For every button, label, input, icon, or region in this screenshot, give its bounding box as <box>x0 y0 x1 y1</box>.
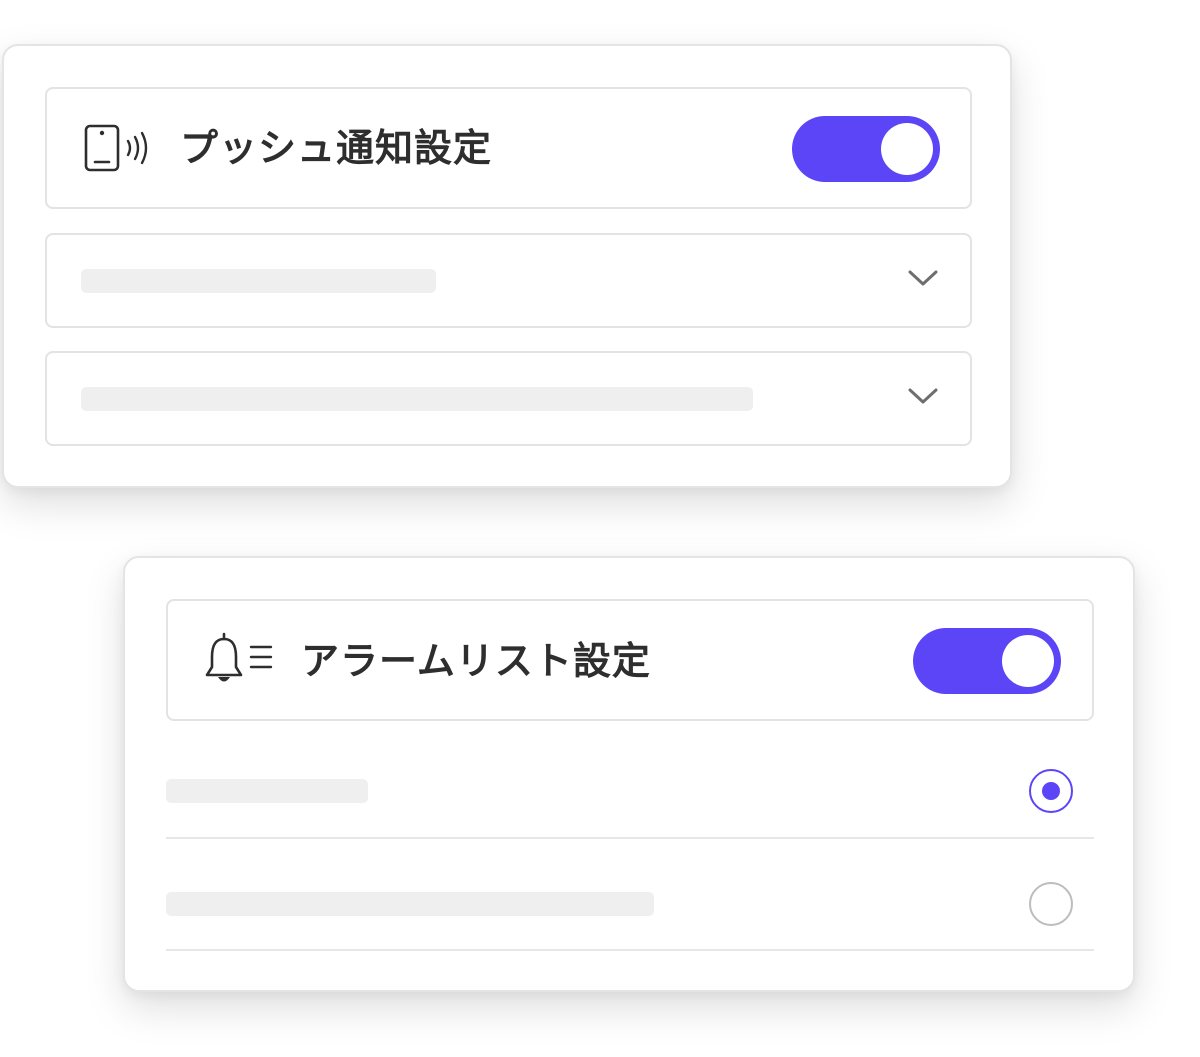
push-dropdown-1[interactable] <box>45 233 972 328</box>
placeholder-text-bar <box>166 779 368 803</box>
alarm-option-2[interactable] <box>166 837 1094 951</box>
chevron-down-icon[interactable] <box>907 266 939 290</box>
page: プッシュ通知設定 アラームリスト設定 <box>0 0 1200 1057</box>
toggle-knob <box>1002 635 1054 687</box>
alarm-settings-header: アラームリスト設定 <box>166 599 1094 721</box>
push-settings-card: プッシュ通知設定 <box>2 44 1012 488</box>
toggle-knob <box>881 123 933 175</box>
chevron-down-icon[interactable] <box>907 384 939 408</box>
placeholder-text-bar <box>166 892 654 916</box>
placeholder-text-bar <box>81 387 753 411</box>
alarm-settings-title: アラームリスト設定 <box>301 639 651 683</box>
push-settings-toggle[interactable] <box>792 116 940 182</box>
phone-vibrate-icon <box>81 118 161 184</box>
radio-dot <box>1042 782 1060 800</box>
radio-selected[interactable] <box>1029 769 1073 813</box>
bell-list-icon <box>202 630 282 696</box>
alarm-option-1[interactable] <box>166 723 1094 839</box>
radio-unselected[interactable] <box>1029 882 1073 926</box>
push-dropdown-2[interactable] <box>45 351 972 446</box>
push-settings-title: プッシュ通知設定 <box>180 126 493 170</box>
push-settings-header: プッシュ通知設定 <box>45 87 972 209</box>
alarm-settings-toggle[interactable] <box>913 628 1061 694</box>
alarm-settings-card: アラームリスト設定 <box>123 556 1135 992</box>
placeholder-text-bar <box>81 269 436 293</box>
